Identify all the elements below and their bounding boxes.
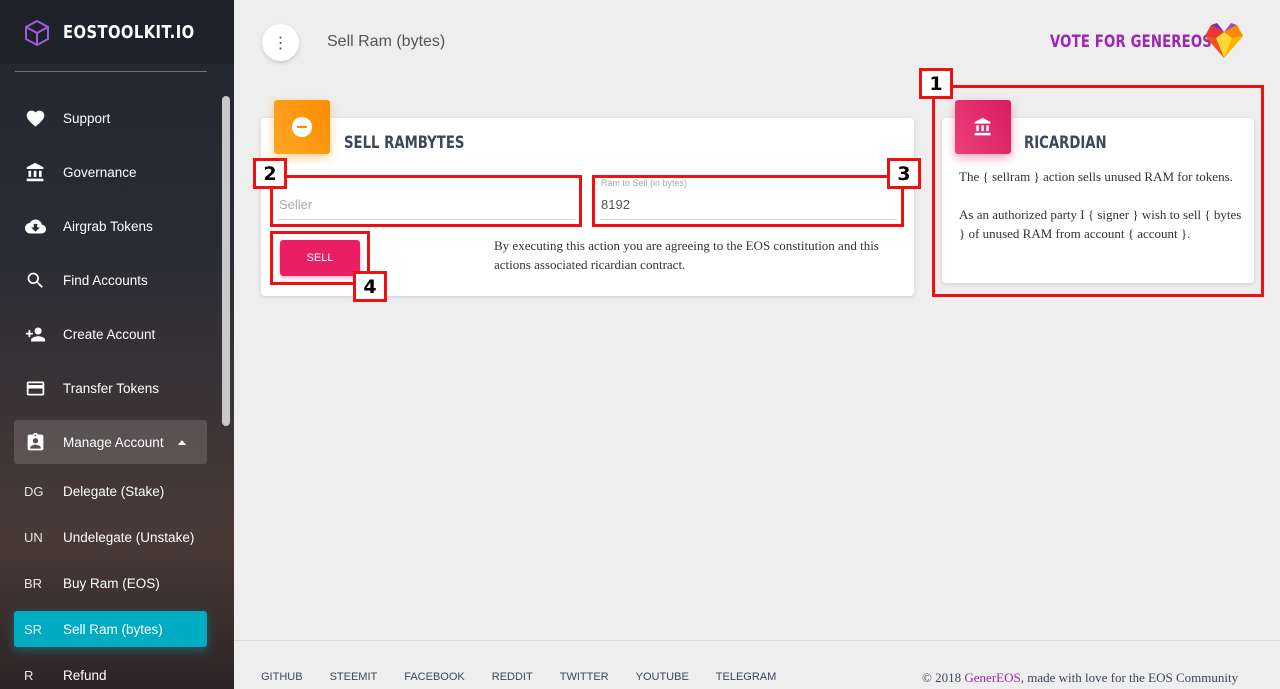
footer-divider bbox=[234, 640, 1280, 641]
vote-for-genereos-link[interactable]: VOTE FOR GENEREOS bbox=[1050, 32, 1212, 52]
annotation-label-1: 1 bbox=[919, 68, 953, 99]
annotation-label-2: 2 bbox=[253, 158, 287, 189]
subitem-abbr: SR bbox=[24, 621, 43, 637]
subitem-abbr: UN bbox=[24, 529, 43, 545]
sidebar-item-label: Support bbox=[63, 110, 111, 126]
sidebar-item-manage-account[interactable]: Manage Account bbox=[14, 420, 207, 464]
subitem-label: Delegate (Stake) bbox=[63, 483, 165, 499]
footer-links: GITHUB STEEMIT FACEBOOK REDDIT TWITTER Y… bbox=[261, 671, 803, 683]
subitem-abbr: R bbox=[24, 667, 34, 683]
search-icon bbox=[24, 270, 46, 291]
bank-icon bbox=[24, 162, 46, 183]
copyright-prefix: © 2018 bbox=[922, 670, 965, 685]
sidebar-item-governance[interactable]: Governance bbox=[14, 150, 207, 194]
more-menu-button[interactable]: ⋮ bbox=[262, 24, 299, 61]
page-title: Sell Ram (bytes) bbox=[327, 33, 446, 50]
sidebar-subitem-buy-ram[interactable]: BR Buy Ram (EOS) bbox=[14, 561, 207, 605]
footer-link-telegram[interactable]: TELEGRAM bbox=[716, 671, 777, 683]
subitem-label: Refund bbox=[63, 667, 107, 683]
cloud-download-icon bbox=[24, 216, 46, 237]
sidebar-item-airgrab[interactable]: Airgrab Tokens bbox=[14, 204, 207, 248]
sidebar-item-label: Create Account bbox=[63, 326, 156, 342]
subitem-abbr: BR bbox=[24, 575, 43, 591]
sidebar-subitem-delegate[interactable]: DG Delegate (Stake) bbox=[14, 469, 207, 513]
copyright-text: © 2018 GenerEOS, made with love for the … bbox=[922, 670, 1238, 686]
subitem-label: Undelegate (Unstake) bbox=[63, 529, 195, 545]
sidebar-item-label: Governance bbox=[63, 164, 137, 180]
footer-link-youtube[interactable]: YOUTUBE bbox=[636, 671, 689, 683]
minus-circle-icon bbox=[292, 117, 312, 137]
chevron-up-icon bbox=[177, 439, 186, 445]
agreement-text: By executing this action you are agreein… bbox=[494, 238, 879, 272]
subitem-abbr: DG bbox=[24, 483, 44, 499]
card-header-icon bbox=[274, 100, 330, 154]
sidebar-subitem-refund[interactable]: R Refund bbox=[14, 653, 207, 689]
heart-icon bbox=[24, 108, 46, 129]
sidebar-divider bbox=[15, 71, 207, 72]
genereos-link[interactable]: GenerEOS bbox=[964, 670, 1020, 685]
footer-link-facebook[interactable]: FACEBOOK bbox=[404, 671, 465, 683]
sidebar-item-create-account[interactable]: Create Account bbox=[14, 312, 207, 356]
subitem-label: Buy Ram (EOS) bbox=[63, 575, 160, 591]
annotation-box-3 bbox=[592, 175, 904, 227]
cube-logo-icon bbox=[25, 20, 49, 46]
footer-link-github[interactable]: GITHUB bbox=[261, 671, 303, 683]
sell-card-title: SELL RAMBYTES bbox=[344, 133, 465, 153]
sidebar-item-support[interactable]: Support bbox=[14, 96, 207, 140]
sidebar-item-find-accounts[interactable]: Find Accounts bbox=[14, 258, 207, 302]
more-vert-icon: ⋮ bbox=[272, 34, 289, 52]
annotation-box-2 bbox=[270, 175, 582, 227]
footer-link-twitter[interactable]: TWITTER bbox=[560, 671, 609, 683]
sidebar-item-label: Manage Account bbox=[63, 434, 164, 450]
sidebar-item-label: Transfer Tokens bbox=[63, 380, 160, 396]
sidebar-item-transfer-tokens[interactable]: Transfer Tokens bbox=[14, 366, 207, 410]
sidebar: EOSTOOLKIT.IO Support Governance Airgrab… bbox=[0, 0, 234, 689]
subitem-label: Sell Ram (bytes) bbox=[63, 621, 163, 637]
brand-header[interactable]: EOSTOOLKIT.IO bbox=[0, 0, 234, 64]
sidebar-subitem-undelegate[interactable]: UN Undelegate (Unstake) bbox=[14, 515, 207, 559]
credit-card-icon bbox=[24, 378, 46, 399]
annotation-label-4: 4 bbox=[353, 271, 387, 302]
sidebar-item-label: Find Accounts bbox=[63, 272, 148, 288]
contact-card-icon bbox=[24, 432, 46, 453]
annotation-label-3: 3 bbox=[887, 158, 921, 189]
footer-link-reddit[interactable]: REDDIT bbox=[492, 671, 533, 683]
copyright-suffix: , made with love for the EOS Community bbox=[1020, 670, 1239, 685]
footer-link-steemit[interactable]: STEEMIT bbox=[330, 671, 378, 683]
sidebar-subitem-sell-ram[interactable]: SR Sell Ram (bytes) bbox=[14, 611, 207, 647]
sidebar-item-label: Airgrab Tokens bbox=[63, 218, 153, 234]
brand-name: EOSTOOLKIT.IO bbox=[63, 22, 195, 43]
genereos-heart-logo-icon[interactable] bbox=[1203, 22, 1245, 60]
annotation-box-1 bbox=[932, 85, 1264, 297]
person-add-icon bbox=[24, 324, 46, 345]
